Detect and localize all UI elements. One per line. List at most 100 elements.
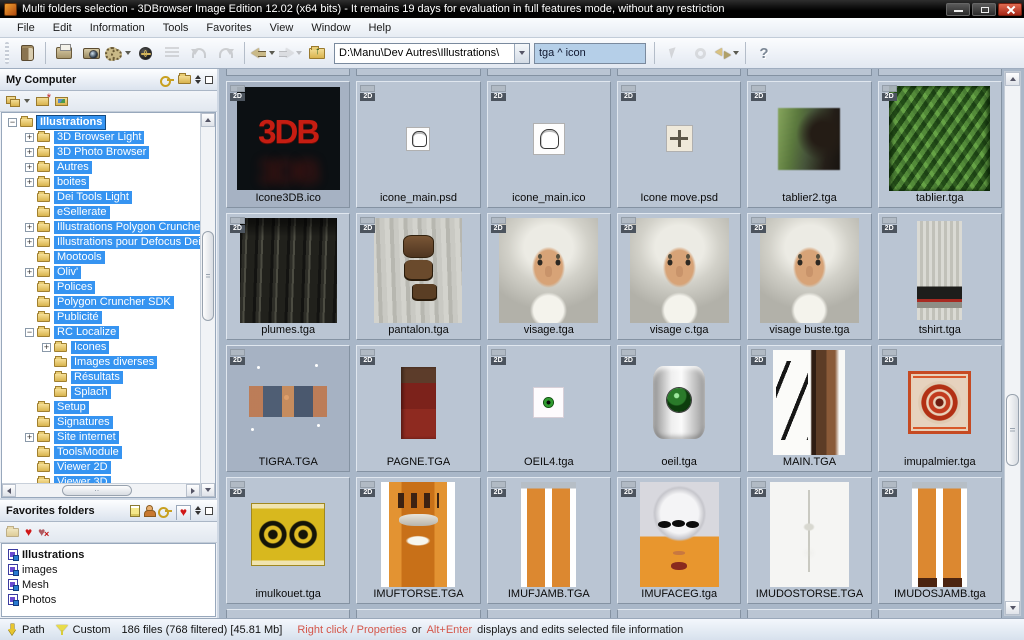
web-export-button[interactable] [132, 41, 158, 65]
menu-item[interactable]: Help [359, 20, 400, 36]
help-button[interactable]: ? [751, 41, 777, 65]
thumbnail-cell[interactable]: 2D plumes.tga [226, 213, 350, 340]
tree-item[interactable]: Viewer 2D [2, 460, 200, 475]
tree-item[interactable]: ToolsModule [2, 445, 200, 460]
scroll-up-button[interactable] [1005, 72, 1020, 86]
favorite-item[interactable]: images [8, 562, 215, 577]
goto-button[interactable] [660, 41, 686, 65]
search-key-icon[interactable] [160, 76, 174, 83]
tree-item[interactable]: eSellerate [2, 205, 200, 220]
thumbnail-cell[interactable]: 2D icone_main.ico [487, 81, 611, 208]
address-dropdown-button[interactable] [514, 44, 529, 63]
scroll-right-button[interactable] [186, 484, 200, 497]
collapse-panel-icon[interactable] [205, 507, 213, 515]
tree-item[interactable]: Mootools [2, 250, 200, 265]
thumbnail-cell[interactable]: 2D visage c.tga [617, 213, 741, 340]
menu-item[interactable]: Tools [154, 20, 198, 36]
parent-folder-button[interactable] [304, 41, 330, 65]
tree-item[interactable]: Polices [2, 280, 200, 295]
collapse-panel-icon[interactable] [205, 76, 213, 84]
tree-item[interactable]: Signatures [2, 415, 200, 430]
thumbnail-cell[interactable]: 2D MAIN.TGA [747, 345, 871, 472]
scroll-thumb[interactable] [202, 231, 214, 321]
filter-input[interactable] [534, 43, 646, 64]
favorite-item[interactable]: Mesh [8, 577, 215, 592]
convert-button[interactable] [714, 41, 740, 65]
tree-item[interactable]: + Icones [2, 340, 200, 355]
remove-favorite-button[interactable]: ♥ [38, 527, 45, 537]
tree-item[interactable]: − RC Localize [2, 325, 200, 340]
tree-item[interactable]: + Illustrations Polygon Cruncher [2, 220, 200, 235]
tree-expander-icon[interactable]: + [25, 148, 34, 157]
undo-button[interactable] [186, 41, 212, 65]
tree-item[interactable]: + Illustrations pour Defocus Dei [2, 235, 200, 250]
redo-button[interactable] [213, 41, 239, 65]
thumbnail-cell[interactable]: 2D IMUFTORSE.TGA [356, 477, 480, 604]
menu-item[interactable]: Information [81, 20, 154, 36]
burn-button[interactable] [687, 41, 713, 65]
notes-icon[interactable] [130, 505, 140, 517]
tree-item[interactable]: Viewer 3D [2, 475, 200, 483]
scroll-up-button[interactable] [201, 113, 215, 127]
scroll-down-button[interactable] [201, 483, 215, 497]
thumbnail-cell[interactable]: 2D 3DB Icone3DB.ico [226, 81, 350, 208]
thumbnail-cell[interactable]: 2D imupalmier.tga [878, 345, 1002, 472]
scroll-thumb[interactable] [1006, 394, 1019, 466]
tree-expander-icon[interactable]: + [42, 343, 51, 352]
thumbnail-cell[interactable]: 2D IMUFJAMB.TGA [487, 477, 611, 604]
minimize-button[interactable] [946, 3, 970, 16]
thumbnail-cell[interactable]: 2D Icone move.psd [617, 81, 741, 208]
thumbnail-cell[interactable]: 2D visage buste.tga [747, 213, 871, 340]
folder-sync-icon[interactable] [178, 75, 191, 84]
capture-button[interactable] [78, 41, 104, 65]
thumbnail-cell[interactable]: 2D TIGRA.TGA [226, 345, 350, 472]
menu-item[interactable]: Edit [44, 20, 81, 36]
folder-images-button[interactable] [55, 97, 68, 106]
thumbnail-cell[interactable]: 2D tshirt.tga [878, 213, 1002, 340]
thumbnail-cell[interactable]: 2D imulkouet.tga [226, 477, 350, 604]
print-button[interactable] [51, 41, 77, 65]
favorites-heart-icon[interactable]: ♥ [176, 505, 191, 520]
grid-vertical-scrollbar[interactable] [1004, 71, 1021, 616]
sort-path-icon[interactable] [8, 624, 17, 636]
menu-item[interactable]: Favorites [197, 20, 260, 36]
tree-item[interactable]: + boites [2, 175, 200, 190]
favorite-item[interactable]: Photos [8, 592, 215, 607]
thumbnail-cell[interactable]: 2D tablier.tga [878, 81, 1002, 208]
thumbnail-cell[interactable]: 2D OEIL4.tga [487, 345, 611, 472]
thumbnail-cell[interactable]: 2D visage.tga [487, 213, 611, 340]
person-icon[interactable] [144, 505, 154, 517]
open-favorite-button[interactable] [6, 528, 19, 537]
thumbnail-cell[interactable]: 2D IMUFACEG.tga [617, 477, 741, 604]
tree-horizontal-scrollbar[interactable] [2, 483, 200, 497]
close-button[interactable] [998, 3, 1022, 16]
tree-expander-icon[interactable]: + [25, 268, 34, 277]
tree-view-button[interactable] [6, 96, 30, 107]
tree-item[interactable]: − Illustrations [2, 115, 200, 130]
thumbnail-cell[interactable]: 2D oeil.tga [617, 345, 741, 472]
tree-expander-icon[interactable]: + [25, 133, 34, 142]
menu-item[interactable]: Window [302, 20, 359, 36]
scroll-thumb[interactable] [62, 485, 132, 496]
contact-sheet-button[interactable] [14, 41, 40, 65]
scroll-down-button[interactable] [1005, 601, 1020, 615]
tree-expander-icon[interactable]: − [8, 118, 17, 127]
tree-expander-icon[interactable]: − [25, 328, 34, 337]
expand-panel-icon[interactable] [195, 506, 201, 515]
expand-panel-icon[interactable] [195, 75, 201, 84]
tree-expander-icon[interactable]: + [25, 433, 34, 442]
add-favorite-button[interactable]: ♥ [25, 527, 32, 537]
tree-item[interactable]: Résultats [2, 370, 200, 385]
tree-item[interactable]: Setup [2, 400, 200, 415]
tree-item[interactable]: Dei Tools Light [2, 190, 200, 205]
maximize-button[interactable] [972, 3, 996, 16]
menu-item[interactable]: View [261, 20, 303, 36]
tree-item[interactable]: + 3D Browser Light [2, 130, 200, 145]
back-button[interactable] [250, 41, 276, 65]
toolbar-grip[interactable] [5, 42, 9, 64]
tree-item[interactable]: Polygon Cruncher SDK [2, 295, 200, 310]
tree-item[interactable]: + Site internet [2, 430, 200, 445]
tree-expander-icon[interactable]: + [25, 178, 34, 187]
forward-button[interactable] [277, 41, 303, 65]
settings-button[interactable] [105, 41, 131, 65]
